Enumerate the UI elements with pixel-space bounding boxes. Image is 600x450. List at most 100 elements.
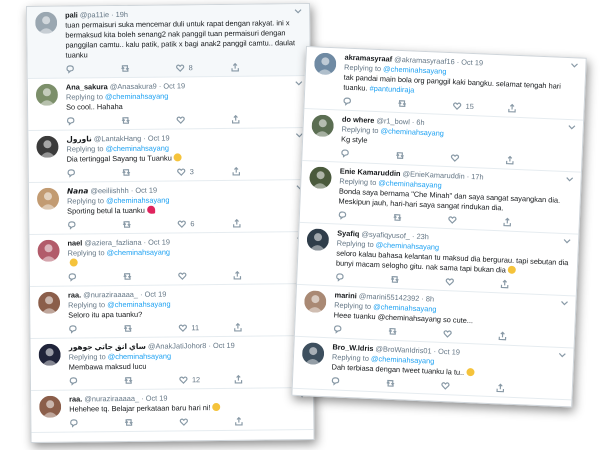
chevron-down-icon[interactable] [562, 237, 572, 245]
retweet-button[interactable] [121, 115, 176, 125]
retweet-button[interactable] [390, 275, 445, 286]
user-handle[interactable]: @pa11ie [80, 10, 109, 19]
share-button[interactable] [232, 218, 287, 228]
timestamp[interactable]: · Oct 19 [159, 81, 185, 90]
avatar[interactable] [36, 187, 60, 210]
avatar[interactable] [37, 239, 60, 262]
share-button[interactable] [233, 270, 288, 280]
share-button[interactable] [234, 374, 289, 384]
tweet-reply[interactable]: nael @aziera_fazliana · Oct 19 Replying t… [29, 232, 312, 287]
like-button[interactable]: 8 [176, 63, 231, 73]
chevron-down-icon[interactable] [569, 61, 579, 69]
display-name[interactable]: nael [67, 238, 82, 247]
timestamp[interactable]: · 23h [412, 232, 429, 242]
retweet-button[interactable] [122, 219, 177, 229]
chevron-down-icon[interactable] [564, 175, 574, 183]
mention-link[interactable]: @cheminahsayang [107, 248, 170, 258]
timestamp[interactable]: · Oct 19 [457, 57, 484, 67]
retweet-button[interactable] [397, 99, 452, 110]
tweet-reply[interactable]: 𝙉𝙖𝙣𝙖 @eeiliishhh · Oct 19 Replying to @ch… [28, 180, 312, 235]
retweet-button[interactable] [122, 167, 177, 177]
like-button[interactable]: 3 [177, 167, 232, 177]
user-handle[interactable]: @nuraziraaaaa_ [83, 290, 138, 300]
reply-button[interactable] [333, 324, 388, 335]
avatar[interactable] [36, 135, 59, 158]
chevron-down-icon[interactable] [567, 123, 577, 131]
share-button[interactable] [507, 103, 562, 114]
like-button[interactable] [441, 381, 496, 392]
share-button[interactable] [496, 383, 551, 394]
retweet-button[interactable] [124, 375, 179, 385]
like-button[interactable]: 11 [178, 323, 233, 333]
avatar[interactable] [35, 83, 59, 106]
tweet-reply[interactable]: Ana_sakura @Anasakura9 · Oct 19 Replying … [27, 76, 311, 131]
share-button[interactable] [503, 217, 558, 228]
avatar[interactable] [309, 166, 332, 190]
tweet-reply[interactable]: Bro_W.Idris @BroWanIdris01 · Oct 19 Reply… [292, 336, 574, 401]
tweet-reply[interactable]: pali @pa11ie · 19h tuan permaisuri suka m… [27, 4, 310, 79]
retweet-button[interactable] [121, 63, 176, 73]
avatar[interactable] [303, 290, 327, 314]
display-name[interactable]: ساي انق جاتي جوهور [69, 342, 146, 352]
timestamp[interactable]: · Oct 19 [143, 134, 169, 143]
mention-link[interactable]: @cheminahsayang [106, 196, 169, 206]
share-button[interactable] [498, 331, 553, 342]
avatar[interactable] [38, 343, 61, 366]
user-handle[interactable]: @Anasakura9 [110, 82, 157, 91]
tweet-reply[interactable]: akramasyraaf @akramasyraaf16 · Oct 19 Rep… [304, 47, 586, 121]
avatar[interactable] [37, 291, 61, 314]
user-handle[interactable]: @eeiliishhh [90, 186, 128, 195]
reply-button[interactable] [68, 324, 123, 334]
timestamp[interactable]: · Oct 19 [131, 186, 157, 195]
like-button[interactable] [448, 215, 503, 226]
like-button[interactable] [176, 115, 231, 125]
user-handle[interactable]: @AnakJatiJohor8 [148, 341, 207, 351]
chevron-down-icon[interactable] [559, 299, 569, 307]
user-handle[interactable]: @aziera_fazliana [84, 238, 141, 248]
user-handle[interactable]: @LantakHang [94, 134, 141, 143]
reply-button[interactable] [69, 376, 124, 386]
retweet-button[interactable] [395, 151, 450, 162]
reply-button[interactable] [69, 418, 124, 428]
like-button[interactable] [445, 277, 500, 288]
reply-button[interactable] [66, 116, 121, 126]
like-button[interactable]: 15 [452, 101, 507, 112]
reply-button[interactable] [338, 210, 393, 221]
timestamp[interactable]: · Oct 19 [141, 394, 167, 403]
chevron-down-icon[interactable] [293, 7, 303, 15]
reply-button[interactable] [66, 64, 121, 74]
share-button[interactable] [231, 114, 286, 124]
reply-button[interactable] [343, 97, 398, 108]
reply-button[interactable] [67, 168, 122, 178]
reply-button[interactable] [67, 220, 122, 230]
avatar[interactable] [39, 395, 62, 418]
tweet-reply[interactable]: Enie Kamaruddin @EnieKamaruddin · 17h Rep… [299, 160, 581, 235]
tweet-reply[interactable]: ناورول @LantakHang · Oct 19 Replying to @… [28, 128, 311, 183]
timestamp[interactable]: · Oct 19 [208, 341, 234, 350]
display-name[interactable]: Bro_W.Idris [332, 342, 373, 353]
reply-button[interactable] [335, 272, 390, 283]
share-button[interactable] [500, 279, 555, 290]
user-handle[interactable]: @nuraziraaaaa_ [84, 394, 139, 404]
timestamp[interactable]: · 8h [421, 294, 434, 304]
display-name[interactable]: raa. [69, 394, 82, 403]
like-button[interactable] [450, 153, 505, 164]
retweet-button[interactable] [386, 379, 441, 390]
tweet-reply[interactable]: raa. @nuraziraaaaa_ · Oct 19 Replying to … [29, 284, 313, 339]
reply-button[interactable] [331, 376, 386, 387]
display-name[interactable]: ناورول [66, 134, 91, 143]
chevron-down-icon[interactable] [557, 351, 567, 359]
like-button[interactable] [178, 271, 233, 281]
share-button[interactable] [232, 166, 287, 176]
avatar[interactable] [311, 114, 335, 138]
timestamp[interactable]: · 17h [467, 172, 484, 182]
timestamp[interactable]: · Oct 19 [144, 238, 170, 247]
retweet-button[interactable] [123, 271, 178, 281]
mention-link[interactable]: @cheminahsayang [380, 126, 444, 138]
like-button[interactable] [179, 417, 234, 427]
hashtag-link[interactable]: #pantundiraja [369, 84, 414, 95]
share-button[interactable] [505, 155, 560, 166]
like-button[interactable]: 6 [177, 219, 232, 229]
display-name[interactable]: marini [334, 290, 357, 300]
timestamp[interactable]: · Oct 19 [433, 347, 460, 357]
